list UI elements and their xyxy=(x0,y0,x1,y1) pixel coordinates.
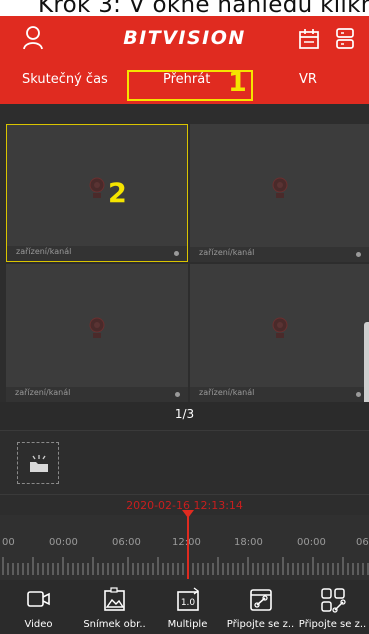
page-indicator-bar: 1/3 xyxy=(0,402,369,430)
tick-label: 06 xyxy=(356,537,369,548)
video-grid: zařízení/kanál zařízení/kanál zařízení/k… xyxy=(0,104,369,448)
calendar-icon[interactable] xyxy=(298,28,320,50)
cell-label: zařízení/kanál xyxy=(199,388,255,397)
tick-label: 00:00 xyxy=(297,537,326,548)
video-button[interactable]: Video xyxy=(2,580,75,634)
status-dot xyxy=(174,251,179,256)
snapshot-button[interactable]: Snímek obr.. xyxy=(78,580,151,634)
video-cell-2[interactable]: zařízení/kanál xyxy=(190,124,369,262)
link-grid-icon xyxy=(320,588,346,613)
speed-multiple-button[interactable]: 1.0 Multiple xyxy=(151,580,224,634)
tool-label: Snímek obr.. xyxy=(83,619,146,630)
cell-footer: zařízení/kanál xyxy=(190,247,369,262)
tick-label: 18:00 xyxy=(234,537,263,548)
annotation-number-1: 1 xyxy=(228,67,247,98)
app-header: BITVISION xyxy=(0,16,369,62)
connect-grid-button[interactable]: Připojte se z.. xyxy=(296,580,369,634)
link-window-icon xyxy=(249,589,272,611)
snapshot-icon xyxy=(103,587,125,611)
playback-timeline[interactable]: 2020-02-16 12:13:14 00 00:00 06:00 12:00… xyxy=(0,494,369,581)
timeline-ruler xyxy=(2,557,369,575)
video-icon xyxy=(26,591,50,607)
timeline-playhead[interactable] xyxy=(187,513,189,579)
status-dot xyxy=(356,392,361,397)
annotation-number-2: 2 xyxy=(108,178,127,209)
tab-vr[interactable]: VR xyxy=(299,72,317,87)
tool-label: Připojte se z.. xyxy=(226,619,295,630)
folder-icon xyxy=(30,455,48,472)
video-cell-3[interactable]: zařízení/kanál xyxy=(6,264,188,402)
tool-label: Připojte se z.. xyxy=(298,619,367,630)
tick-label: 00 xyxy=(2,537,15,548)
cell-label: zařízení/kanál xyxy=(199,248,255,257)
connect-window-button[interactable]: Připojte se z.. xyxy=(224,580,297,634)
cell-footer: zařízení/kanál xyxy=(6,387,188,402)
video-cell-1[interactable]: zařízení/kanál xyxy=(6,124,188,262)
svg-text:1.0: 1.0 xyxy=(180,598,195,608)
tick-label: 06:00 xyxy=(112,537,141,548)
status-dot xyxy=(175,392,180,397)
camera-placeholder-icon xyxy=(272,177,287,198)
tick-label: 00:00 xyxy=(49,537,78,548)
open-folder-button[interactable] xyxy=(17,442,59,484)
cell-footer: zařízení/kanál xyxy=(7,246,187,261)
cell-label: zařízení/kanál xyxy=(16,247,72,256)
camera-placeholder-icon xyxy=(89,177,105,198)
page-indicator: 1/3 xyxy=(174,407,195,421)
status-dot xyxy=(356,252,361,257)
video-cell-4[interactable]: zařízení/kanál xyxy=(190,264,369,402)
tab-live[interactable]: Skutečný čas xyxy=(22,72,108,87)
bottom-toolbar: Video Snímek obr.. 1.0 Multiple Připojte… xyxy=(0,580,369,634)
camera-placeholder-icon xyxy=(272,317,287,338)
timeline-track[interactable] xyxy=(0,515,369,581)
device-list-icon[interactable] xyxy=(334,27,356,51)
tool-label: Multiple xyxy=(167,619,208,630)
speed-multiple-icon: 1.0 xyxy=(176,587,199,611)
camera-placeholder-icon xyxy=(89,317,105,338)
cell-label: zařízení/kanál xyxy=(15,388,71,397)
recordings-area xyxy=(0,430,369,494)
cell-footer: zařízení/kanál xyxy=(190,387,369,402)
tool-label: Video xyxy=(24,619,53,630)
